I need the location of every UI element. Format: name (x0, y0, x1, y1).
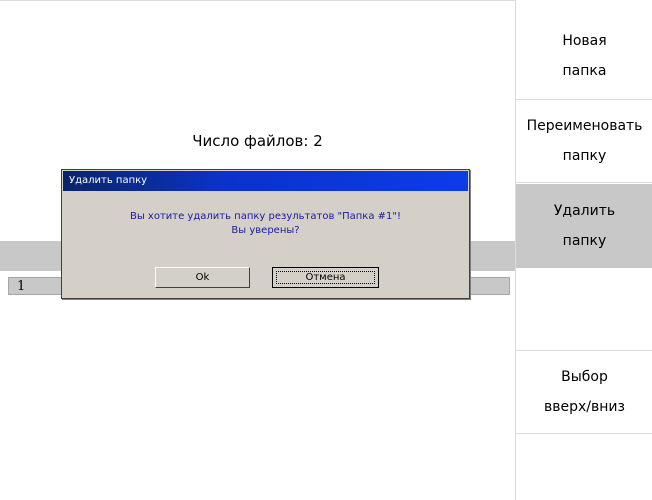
softkey-label-line2: вверх/вниз (544, 399, 625, 415)
new-folder-button[interactable]: Новая папка (516, 14, 652, 98)
ok-button-label: Ok (195, 271, 210, 283)
cancel-button-label: Отмена (305, 271, 346, 283)
softkey-label-line2: папку (562, 233, 607, 249)
softkey-label-line2: папка (562, 63, 607, 79)
softkey-label-line2: папку (562, 148, 607, 164)
empty-softkey[interactable] (516, 434, 652, 500)
empty-softkey[interactable] (516, 269, 652, 353)
select-up-down-button[interactable]: Выбор вверх/вниз (516, 350, 652, 434)
dialog-title: Удалить папку (69, 175, 148, 186)
ok-button[interactable]: Ok (155, 267, 250, 288)
dialog-titlebar[interactable]: Удалить папку (63, 171, 468, 191)
dialog-message-line1: Вы хотите удалить папку результатов "Пап… (129, 211, 401, 222)
softkey-label-line1: Удалить (553, 203, 616, 219)
dialog-message: Вы хотите удалить папку результатов "Пап… (62, 210, 469, 238)
softkey-label-line1: Выбор (561, 369, 608, 385)
softkey-label-line1: Новая (562, 33, 607, 49)
rename-folder-button[interactable]: Переименовать папку (516, 99, 652, 183)
softkey-label-line1: Переименовать (526, 118, 643, 134)
softkey-panel: Новая папка Переименовать папку Удалить … (515, 0, 652, 500)
file-count-label: Число файлов: 2 (192, 132, 323, 150)
dialog-message-line2: Вы уверены? (231, 225, 300, 236)
list-item-index: 1 (17, 279, 26, 294)
delete-folder-dialog: Удалить папку Вы хотите удалить папку ре… (61, 169, 470, 299)
delete-folder-button[interactable]: Удалить папку (516, 184, 652, 268)
cancel-button[interactable]: Отмена (272, 267, 379, 288)
screen: Число файлов: 2 1 Новая папка Переименов… (0, 0, 652, 500)
